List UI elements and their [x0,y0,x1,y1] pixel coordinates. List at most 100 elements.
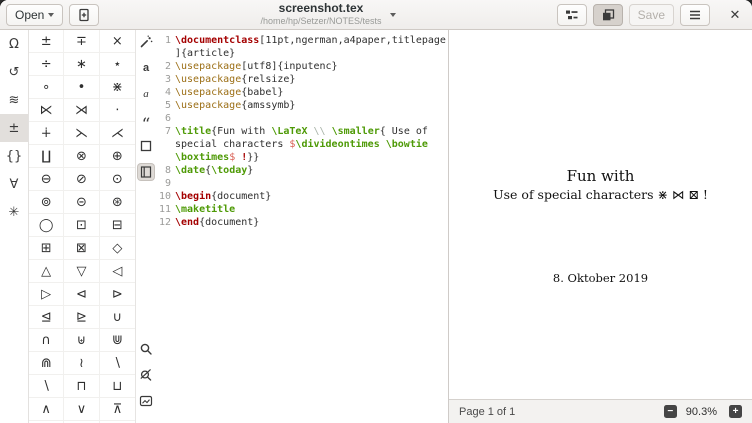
symbol-lhd[interactable]: ⊲ [64,283,99,306]
bold-button[interactable]: a [138,60,154,76]
window-subtitle: /home/hp/Setzer/NOTES/tests [260,15,381,27]
symbol-sqcup[interactable]: ⊔ [100,375,135,398]
search-and-replace-icon [139,368,153,382]
search-and-replace-button[interactable] [138,367,154,383]
open-button-label: Open [15,8,44,22]
symbol-triangleright[interactable]: ▷ [29,283,64,306]
line-number: 3 [158,73,171,86]
save-button[interactable]: Save [629,4,674,26]
symbol-oplus[interactable]: ⊕ [100,145,135,168]
symbol-Cap[interactable]: ⋒ [29,352,64,375]
symbol-circleddash[interactable]: ⊝ [64,191,99,214]
symbol-circledcirc[interactable]: ⊚ [29,191,64,214]
symbol-barwedge[interactable]: ⊼ [100,398,135,421]
symbols-tab-arrows[interactable]: ↺ [0,58,28,86]
symbol-cup[interactable]: ∪ [100,306,135,329]
code-text: \end{document} [175,216,446,229]
zoom-in-button[interactable]: + [729,405,742,418]
symbol-rhd[interactable]: ⊳ [100,283,135,306]
symbol-boxdot[interactable]: ⊡ [64,214,99,237]
symbol-dotplus[interactable]: ∔ [29,122,64,145]
setzer-window: Open screenshot.tex /home/hp/Setzer/NOTE… [0,0,752,423]
symbol-bigcirc[interactable]: ◯ [29,214,64,237]
frame-button[interactable] [138,138,154,154]
symbol-circledast[interactable]: ⊛ [100,191,135,214]
symbols-tab-operators[interactable]: ± [0,114,28,142]
symbol-cap[interactable]: ∩ [29,329,64,352]
code-line: 4\usepackage{babel} [158,86,448,99]
wizard-button[interactable] [138,34,154,50]
pdf-doc-title: Fun with [449,167,752,185]
symbol-bullet[interactable]: • [64,76,99,99]
symbol-smallsetminus[interactable]: ∖ [29,375,64,398]
symbol-circ[interactable]: ∘ [29,76,64,99]
pdf-page[interactable]: Fun with Use of special characters ⋇ ⋈ ⊠… [449,30,752,399]
code-line: 10\begin{document} [158,190,448,203]
symbol-triangleleft[interactable]: ◁ [100,260,135,283]
new-document-button[interactable] [69,4,99,26]
symbol-rtimes[interactable]: ⋊ [64,99,99,122]
symbol-sqcap[interactable]: ⊓ [64,375,99,398]
symbol-vee[interactable]: ∨ [64,398,99,421]
open-button[interactable]: Open [6,4,63,26]
source-editor[interactable]: 1\documentclass[11pt,ngerman,a4paper,tit… [156,30,449,423]
insert-image-button[interactable] [138,393,154,409]
symbol-bigtriangledown[interactable]: ▽ [64,260,99,283]
symbol-wedge[interactable]: ∧ [29,398,64,421]
code-line: 1\documentclass[11pt,ngerman,a4paper,tit… [158,34,448,60]
symbol-cdot[interactable]: ⋅ [100,99,135,122]
chevron-down-icon [48,13,54,17]
symbol-div[interactable]: ÷ [29,53,64,76]
search-button[interactable] [138,341,154,357]
symbols-tab-misc-math[interactable]: ∀ [0,170,28,198]
symbols-tab-brackets[interactable]: {} [0,142,28,170]
symbol-oslash[interactable]: ⊘ [64,168,99,191]
zoom-out-button[interactable]: − [664,405,677,418]
symbol-amalg[interactable]: ∐ [29,145,64,168]
symbol-pm[interactable]: ± [29,30,64,53]
symbol-otimes[interactable]: ⊗ [64,145,99,168]
symbols-tab-misc-symbols[interactable]: ✳ [0,198,28,226]
code-text: \date{\today} [175,164,446,177]
symbol-Cup[interactable]: ⋓ [100,329,135,352]
symbol-ltimes[interactable]: ⋉ [29,99,64,122]
symbol-uplus[interactable]: ⊎ [64,329,99,352]
symbol-diamond[interactable]: ◇ [100,237,135,260]
symbol-setminus[interactable]: ∖ [100,352,135,375]
symbol-divideontimes[interactable]: ⋇ [100,76,135,99]
document-title-menu[interactable]: screenshot.tex /home/hp/Setzer/NOTES/tes… [105,2,550,27]
italic-button[interactable]: a [138,86,154,102]
menu-button[interactable] [680,4,710,26]
symbol-star[interactable]: ⋆ [100,53,135,76]
symbol-ast[interactable]: ∗ [64,53,99,76]
code-text: \maketitle [175,203,446,216]
close-button[interactable]: ✕ [724,4,746,26]
pdf-preview-panel: Fun with Use of special characters ⋇ ⋈ ⊠… [449,30,752,423]
save-button-label: Save [638,8,665,22]
symbol-wr[interactable]: ≀ [64,352,99,375]
document-structure-button[interactable] [557,4,587,26]
symbol-odot[interactable]: ⊙ [100,168,135,191]
symbol-bigtriangleup[interactable]: △ [29,260,64,283]
symbol-mp[interactable]: ∓ [64,30,99,53]
code-text: \begin{document} [175,190,446,203]
symbol-rightthreetimes[interactable]: ⋌ [100,122,135,145]
symbol-boxplus[interactable]: ⊞ [29,237,64,260]
symbol-boxminus[interactable]: ⊟ [100,214,135,237]
symbol-unlhd[interactable]: ⊴ [29,306,64,329]
page-layout-button[interactable] [138,164,154,180]
symbol-ominus[interactable]: ⊖ [29,168,64,191]
symbol-boxtimes[interactable]: ⊠ [64,237,99,260]
symbol-leftthreetimes[interactable]: ⋋ [64,122,99,145]
symbol-unrhd[interactable]: ⊵ [64,306,99,329]
new-document-icon [77,8,91,22]
line-number: 2 [158,60,171,73]
quotes-button[interactable]: “ [138,112,154,128]
code-line: 7\title{Fun with \LaTeX \\ \smaller{ Use… [158,125,448,164]
line-number: 7 [158,125,171,164]
preview-toggle-button[interactable] [593,4,623,26]
symbols-tab-greek-letters[interactable]: Ω [0,30,28,58]
symbol-times[interactable]: × [100,30,135,53]
editor-toolbar: aa “ [136,30,156,423]
symbols-tab-relations[interactable]: ≋ [0,86,28,114]
